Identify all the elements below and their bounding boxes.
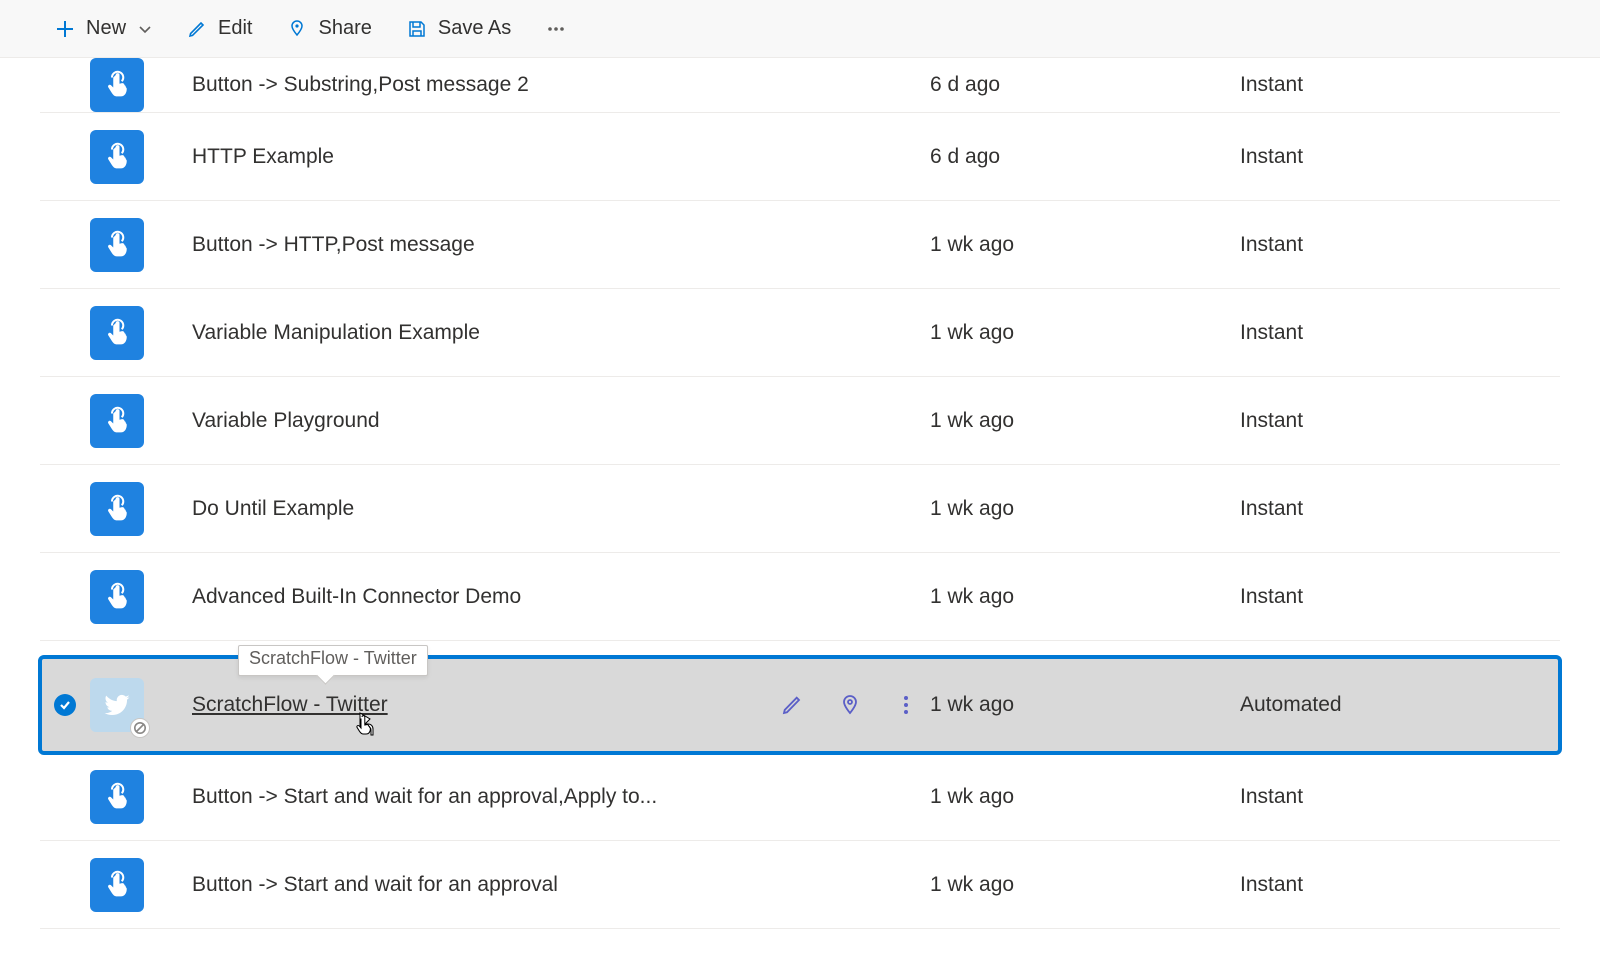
flow-name-cell[interactable]: Do Until Example: [150, 497, 780, 521]
flow-row[interactable]: Button -> Start and wait for an approval…: [40, 841, 1560, 929]
row-select[interactable]: [40, 694, 90, 716]
flow-row[interactable]: Do Until Example 1 wk agoInstant: [40, 465, 1560, 553]
flow-name-cell[interactable]: ScratchFlow - Twitter: [150, 693, 780, 717]
share-button[interactable]: Share: [272, 9, 385, 48]
flow-name[interactable]: Variable Playground: [192, 409, 380, 433]
flow-name-cell[interactable]: Button -> Start and wait for an approval…: [150, 785, 780, 809]
flow-name[interactable]: Advanced Built-In Connector Demo: [192, 585, 521, 609]
save-icon: [406, 18, 428, 40]
edit-label: Edit: [218, 17, 252, 40]
button-flow-icon: [90, 858, 150, 912]
modified-cell: 1 wk ago: [930, 785, 1240, 809]
plus-icon: [54, 18, 76, 40]
disabled-badge-icon: [130, 718, 150, 738]
ellipsis-icon: [545, 18, 567, 40]
flow-row[interactable]: Advanced Built-In Connector Demo 1 wk ago…: [40, 553, 1560, 641]
flow-name[interactable]: Button -> Substring,Post message 2: [192, 73, 529, 97]
flow-name-cell[interactable]: Button -> HTTP,Post message: [150, 233, 780, 257]
type-cell: Instant: [1240, 497, 1560, 521]
flow-name-cell[interactable]: Advanced Built-In Connector Demo: [150, 585, 780, 609]
type-cell: Instant: [1240, 409, 1560, 433]
flow-row[interactable]: Button -> HTTP,Post message 1 wk agoInsta…: [40, 201, 1560, 289]
more-commands-button[interactable]: [531, 10, 581, 48]
tooltip: ScratchFlow - Twitter: [238, 645, 428, 676]
modified-cell: 1 wk ago: [930, 321, 1240, 345]
type-cell: Instant: [1240, 233, 1560, 257]
type-cell: Instant: [1240, 873, 1560, 897]
edit-button[interactable]: Edit: [172, 9, 266, 48]
flow-name-cell[interactable]: Button -> Start and wait for an approval: [150, 873, 780, 897]
type-cell: Automated: [1240, 693, 1560, 717]
flow-name[interactable]: Button -> HTTP,Post message: [192, 233, 475, 257]
share-label: Share: [318, 17, 371, 40]
modified-cell: 6 d ago: [930, 145, 1240, 169]
row-actions: [780, 690, 930, 720]
type-cell: Instant: [1240, 321, 1560, 345]
chevron-down-icon: [138, 22, 152, 36]
button-flow-icon: [90, 58, 150, 112]
flow-row[interactable]: Variable Playground 1 wk agoInstant: [40, 377, 1560, 465]
button-flow-icon: [90, 570, 150, 624]
checkmark-icon: [54, 694, 76, 716]
button-flow-icon: [90, 306, 150, 360]
type-cell: Instant: [1240, 785, 1560, 809]
command-bar: New Edit Share Save As: [0, 0, 1600, 58]
flow-name[interactable]: Variable Manipulation Example: [192, 321, 480, 345]
flow-row[interactable]: HTTP Example 6 d agoInstant: [40, 113, 1560, 201]
flow-name[interactable]: Button -> Start and wait for an approval: [192, 873, 558, 897]
flows-list: Button -> Substring,Post message 2 6 d ag…: [0, 58, 1600, 969]
modified-cell: 1 wk ago: [930, 233, 1240, 257]
modified-cell: 1 wk ago: [930, 585, 1240, 609]
save-as-label: Save As: [438, 17, 511, 40]
modified-cell: 6 d ago: [930, 73, 1240, 97]
modified-cell: 1 wk ago: [930, 497, 1240, 521]
share-row-button[interactable]: [838, 690, 862, 720]
modified-cell: 1 wk ago: [930, 409, 1240, 433]
flow-row[interactable]: ScratchFlow - Twitter1 wk agoAutomatedSc…: [40, 657, 1560, 753]
edit-row-button[interactable]: [780, 690, 804, 720]
flow-name-cell[interactable]: Variable Playground: [150, 409, 780, 433]
flow-name[interactable]: Do Until Example: [192, 497, 354, 521]
button-flow-icon: [90, 394, 150, 448]
type-cell: Instant: [1240, 585, 1560, 609]
twitter-icon: [90, 678, 150, 732]
flow-row[interactable]: Button -> Start and wait for an approval…: [40, 753, 1560, 841]
new-button[interactable]: New: [40, 9, 166, 48]
flow-name[interactable]: Button -> Start and wait for an approval…: [192, 785, 657, 809]
flow-name[interactable]: HTTP Example: [192, 145, 334, 169]
button-flow-icon: [90, 770, 150, 824]
flow-name-cell[interactable]: HTTP Example: [150, 145, 780, 169]
save-as-button[interactable]: Save As: [392, 9, 525, 48]
type-cell: Instant: [1240, 145, 1560, 169]
flow-row[interactable]: Button -> Substring,Post message 2 6 d ag…: [40, 58, 1560, 113]
modified-cell: 1 wk ago: [930, 693, 1240, 717]
pencil-icon: [186, 18, 208, 40]
share-icon: [286, 18, 308, 40]
new-label: New: [86, 17, 126, 40]
type-cell: Instant: [1240, 73, 1560, 97]
button-flow-icon: [90, 482, 150, 536]
flow-name[interactable]: ScratchFlow - Twitter: [192, 693, 388, 717]
flow-name-cell[interactable]: Variable Manipulation Example: [150, 321, 780, 345]
more-row-button[interactable]: [896, 690, 916, 720]
button-flow-icon: [90, 130, 150, 184]
button-flow-icon: [90, 218, 150, 272]
modified-cell: 1 wk ago: [930, 873, 1240, 897]
flow-row[interactable]: Variable Manipulation Example 1 wk agoIns…: [40, 289, 1560, 377]
flow-name-cell[interactable]: Button -> Substring,Post message 2: [150, 73, 780, 97]
